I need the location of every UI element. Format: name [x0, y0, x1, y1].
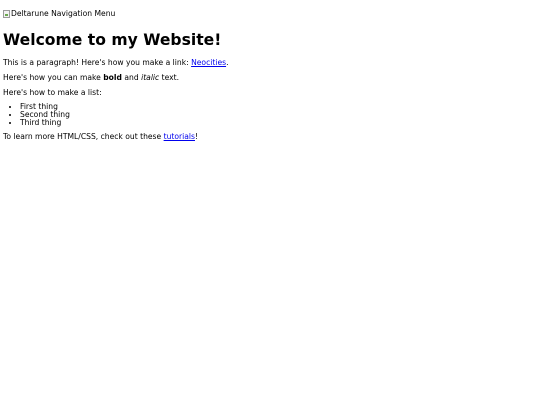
- paragraph-tutorials-end: !: [194, 132, 199, 141]
- paragraph-link-intro: This is a paragraph! Here's how you make…: [3, 58, 537, 68]
- broken-image-icon: [3, 10, 10, 18]
- paragraph-tutorials: To learn more HTML/CSS, check out these …: [3, 132, 537, 142]
- paragraph-link-intro-end: .: [226, 58, 229, 67]
- italic-text: italic: [141, 73, 160, 82]
- paragraph-formatting-end: text.: [159, 73, 180, 82]
- navigation-menu-image[interactable]: Deltarune Navigation Menu: [3, 9, 115, 19]
- neocities-link[interactable]: Neocities: [191, 58, 226, 67]
- navigation-menu-image-alt: Deltarune Navigation Menu: [11, 9, 116, 18]
- bold-text: bold: [103, 73, 122, 82]
- paragraph-formatting-middle: and: [121, 73, 142, 82]
- list-item: First thing: [20, 103, 537, 111]
- paragraph-tutorials-text: To learn more HTML/CSS, check out these: [3, 132, 164, 141]
- paragraph-formatting: Here's how you can make bold and italic …: [3, 73, 537, 83]
- page-title: Welcome to my Website!: [3, 31, 222, 49]
- paragraph-list-intro: Here's how to make a list:: [3, 88, 102, 97]
- paragraph-link-intro-text: This is a paragraph! Here's how you make…: [3, 58, 192, 67]
- list-item: Second thing: [20, 111, 537, 119]
- example-list: First thing Second thing Third thing: [3, 103, 537, 127]
- list-item: Third thing: [20, 119, 537, 127]
- page: Deltarune Navigation Menu Welcome to my …: [0, 0, 540, 405]
- tutorials-link[interactable]: tutorials: [164, 132, 195, 141]
- paragraph-formatting-text: Here's how you can make: [3, 73, 104, 82]
